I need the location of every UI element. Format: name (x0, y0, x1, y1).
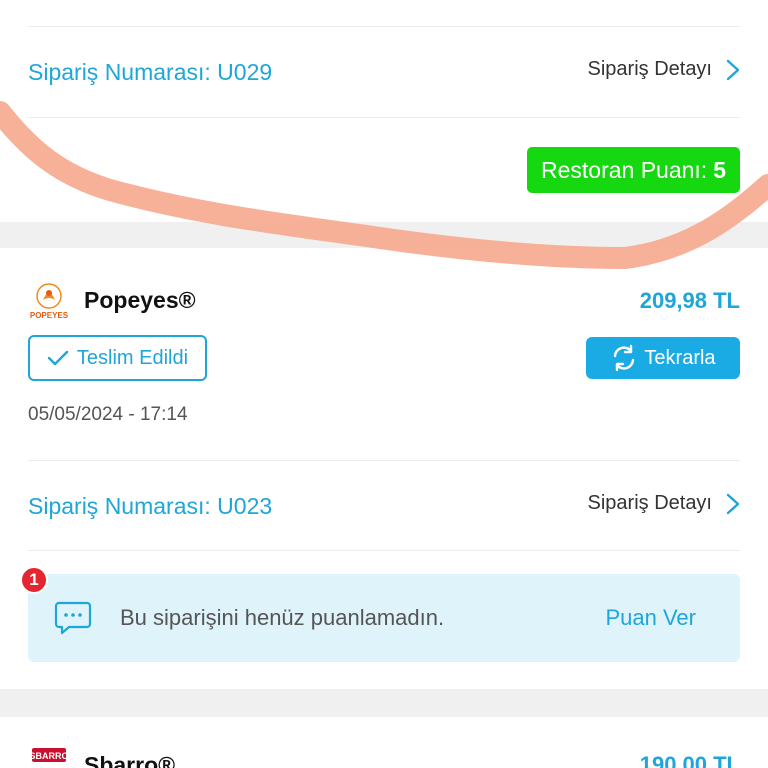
sbarro-logo: SBARRO (29, 748, 69, 762)
order-date: 05/05/2024 - 17:14 (28, 404, 188, 425)
order-card-u029: Sipariş Numarası: U029 Sipariş Detayı Re… (0, 0, 768, 222)
divider (28, 550, 740, 551)
order-price: 190,00 TL (639, 752, 740, 768)
order-detail-link[interactable]: Sipariş Detayı (588, 492, 741, 515)
notification-badge: 1 (20, 566, 48, 594)
sbarro-logo-text: SBARRO (29, 751, 68, 761)
status-label: Teslim Edildi (76, 346, 189, 369)
restaurant-score-badge: Restoran Puanı: 5 (526, 147, 740, 193)
rate-button[interactable]: Puan Ver (605, 605, 696, 631)
popeyes-logo: POPEYES (30, 283, 69, 320)
rating-prompt-box: Bu siparişini henüz puanlamadın. Puan Ve… (28, 574, 740, 662)
order-detail-label: Sipariş Detayı (587, 492, 713, 514)
chevron-right-icon (726, 493, 740, 514)
order-detail-link[interactable]: Sipariş Detayı (588, 58, 741, 81)
popeyes-logo-text: POPEYES (30, 311, 69, 320)
restaurant-name: Popeyes® (84, 287, 196, 313)
divider (28, 460, 740, 461)
repeat-order-button[interactable]: Tekrarla (586, 337, 740, 379)
divider (28, 26, 740, 27)
check-icon (47, 350, 69, 366)
section-separator (0, 689, 768, 717)
delivered-status-button[interactable]: Teslim Edildi (28, 335, 207, 381)
repeat-label: Tekrarla (644, 346, 716, 369)
chevron-right-icon (726, 59, 740, 80)
score-value: 5 (713, 156, 726, 183)
order-detail-label: Sipariş Detayı (587, 58, 713, 80)
score-label: Restoran Puanı: (540, 156, 708, 183)
order-price: 209,98 TL (639, 288, 740, 313)
rating-prompt-text: Bu siparişini henüz puanlamadın. (120, 605, 445, 630)
chat-bubble-icon (54, 601, 92, 635)
order-number: Sipariş Numarası: U029 (28, 59, 273, 85)
refresh-icon (614, 344, 635, 372)
divider (28, 117, 740, 118)
restaurant-name: Sbarro® (84, 752, 176, 768)
section-separator (0, 222, 768, 248)
order-number: Sipariş Numarası: U023 (28, 493, 273, 519)
